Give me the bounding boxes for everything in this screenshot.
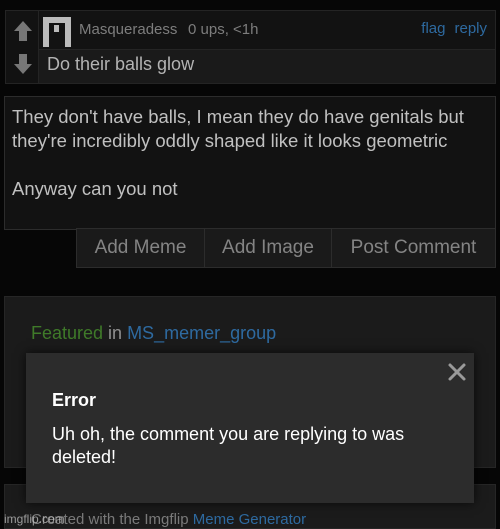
comment-card: Masqueradess 0 ups, <1h flag reply Do th… (5, 10, 496, 84)
created-with-line: Created with the Imgflip Meme Generator (31, 511, 306, 528)
add-image-button[interactable]: Add Image (205, 229, 332, 267)
comment-username[interactable]: Masqueradess (79, 21, 177, 38)
add-meme-button[interactable]: Add Meme (77, 229, 205, 267)
featured-group-link[interactable]: MS_memer_group (127, 323, 276, 343)
comment-text: Do their balls glow (39, 49, 495, 83)
error-title: Error (52, 390, 97, 410)
reply-textarea[interactable]: They don't have balls, I mean they do ha… (4, 96, 496, 230)
featured-label: Featured (31, 323, 104, 343)
error-message: Uh oh, the comment you are replying to w… (52, 424, 405, 467)
downvote-arrow-icon[interactable] (13, 53, 33, 75)
error-dialog: Error Uh oh, the comment you are replyin… (26, 353, 474, 503)
comment-meta: 0 ups, <1h (188, 21, 259, 38)
close-button[interactable] (444, 359, 470, 385)
meme-generator-link[interactable]: Meme Generator (193, 511, 306, 528)
imgflip-watermark: imgflip.com (4, 512, 65, 526)
featured-line: Featured in MS_memer_group (31, 323, 276, 344)
upvote-arrow-icon[interactable] (13, 20, 33, 42)
reply-button-row: Add Meme Add Image Post Comment (76, 228, 496, 268)
reply-text: They don't have balls, I mean they do ha… (12, 106, 464, 199)
close-icon (448, 363, 466, 381)
vote-column (6, 11, 39, 83)
featured-connector: in (103, 323, 128, 343)
comment-actions: flag reply (421, 20, 487, 37)
post-comment-button[interactable]: Post Comment (332, 229, 495, 267)
avatar-icon[interactable] (43, 17, 71, 47)
reply-link[interactable]: reply (454, 20, 487, 37)
flag-link[interactable]: flag (421, 20, 445, 37)
